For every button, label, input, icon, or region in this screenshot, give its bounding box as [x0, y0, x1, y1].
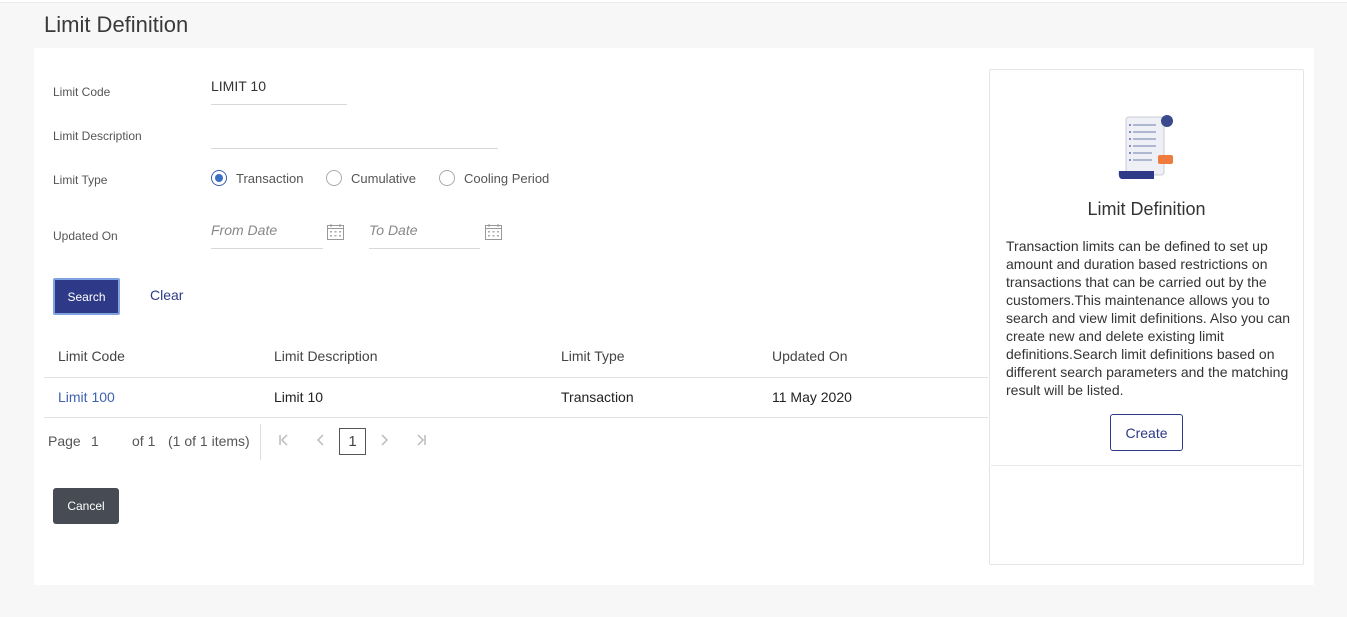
help-panel-title: Limit Definition	[1087, 199, 1206, 219]
current-page[interactable]: 1	[339, 428, 366, 455]
table-header-divider	[44, 377, 988, 378]
radio-cumulative[interactable]: Cumulative	[326, 170, 416, 186]
column-header-limit-type[interactable]: Limit Type	[561, 348, 625, 364]
create-button[interactable]: Create	[1110, 414, 1183, 451]
calendar-icon[interactable]	[485, 224, 502, 240]
table-row-divider	[44, 417, 988, 418]
pager-page-input[interactable]: 1	[91, 433, 99, 449]
last-page-icon[interactable]	[415, 433, 427, 450]
column-header-limit-description[interactable]: Limit Description	[274, 348, 377, 364]
to-date-input[interactable]: To Date	[369, 222, 480, 249]
row-limit-type: Transaction	[561, 389, 634, 405]
row-limit-code-link[interactable]: Limit 100	[58, 389, 115, 405]
radio-cumulative-label: Cumulative	[351, 170, 417, 186]
radio-unselected-icon	[326, 170, 342, 186]
cancel-button[interactable]: Cancel	[53, 488, 119, 524]
row-updated-on: 11 May 2020	[772, 389, 852, 405]
column-header-updated-on[interactable]: Updated On	[772, 348, 848, 364]
search-button[interactable]: Search	[53, 278, 120, 315]
help-panel-description: Transaction limits can be defined to set…	[1006, 238, 1291, 398]
top-border	[0, 0, 1347, 3]
document-illustration-icon	[1118, 115, 1173, 179]
updated-on-label: Updated On	[53, 229, 118, 243]
limit-description-label: Limit Description	[53, 129, 142, 143]
limit-type-label: Limit Type	[53, 173, 108, 187]
radio-selected-icon	[211, 170, 227, 186]
radio-transaction-label: Transaction	[236, 170, 304, 186]
page-title: Limit Definition	[44, 12, 189, 37]
limit-code-value: LIMIT 10	[211, 78, 266, 94]
to-date-placeholder: To Date	[369, 222, 418, 238]
radio-unselected-icon	[439, 170, 455, 186]
limit-description-input[interactable]	[211, 122, 498, 149]
radio-transaction[interactable]: Transaction	[211, 170, 303, 186]
pager-items-label: (1 of 1 items)	[168, 433, 250, 449]
prev-page-icon[interactable]	[316, 433, 326, 450]
pager-page-label: Page	[48, 433, 81, 449]
column-header-limit-code[interactable]: Limit Code	[58, 348, 125, 364]
row-limit-description: Limit 10	[274, 389, 324, 405]
radio-cooling-period-label: Cooling Period	[464, 170, 550, 186]
pager-separator	[260, 424, 261, 460]
first-page-icon[interactable]	[278, 433, 290, 450]
from-date-placeholder: From Date	[211, 222, 278, 238]
from-date-input[interactable]: From Date	[211, 222, 323, 249]
next-page-icon[interactable]	[379, 433, 389, 450]
limit-code-input[interactable]: LIMIT 10	[211, 78, 347, 105]
limit-code-label: Limit Code	[53, 85, 111, 99]
clear-button[interactable]: Clear	[150, 287, 183, 303]
pager-of-label: of 1	[132, 433, 156, 449]
calendar-icon[interactable]	[327, 224, 344, 240]
radio-cooling-period[interactable]: Cooling Period	[439, 170, 549, 186]
